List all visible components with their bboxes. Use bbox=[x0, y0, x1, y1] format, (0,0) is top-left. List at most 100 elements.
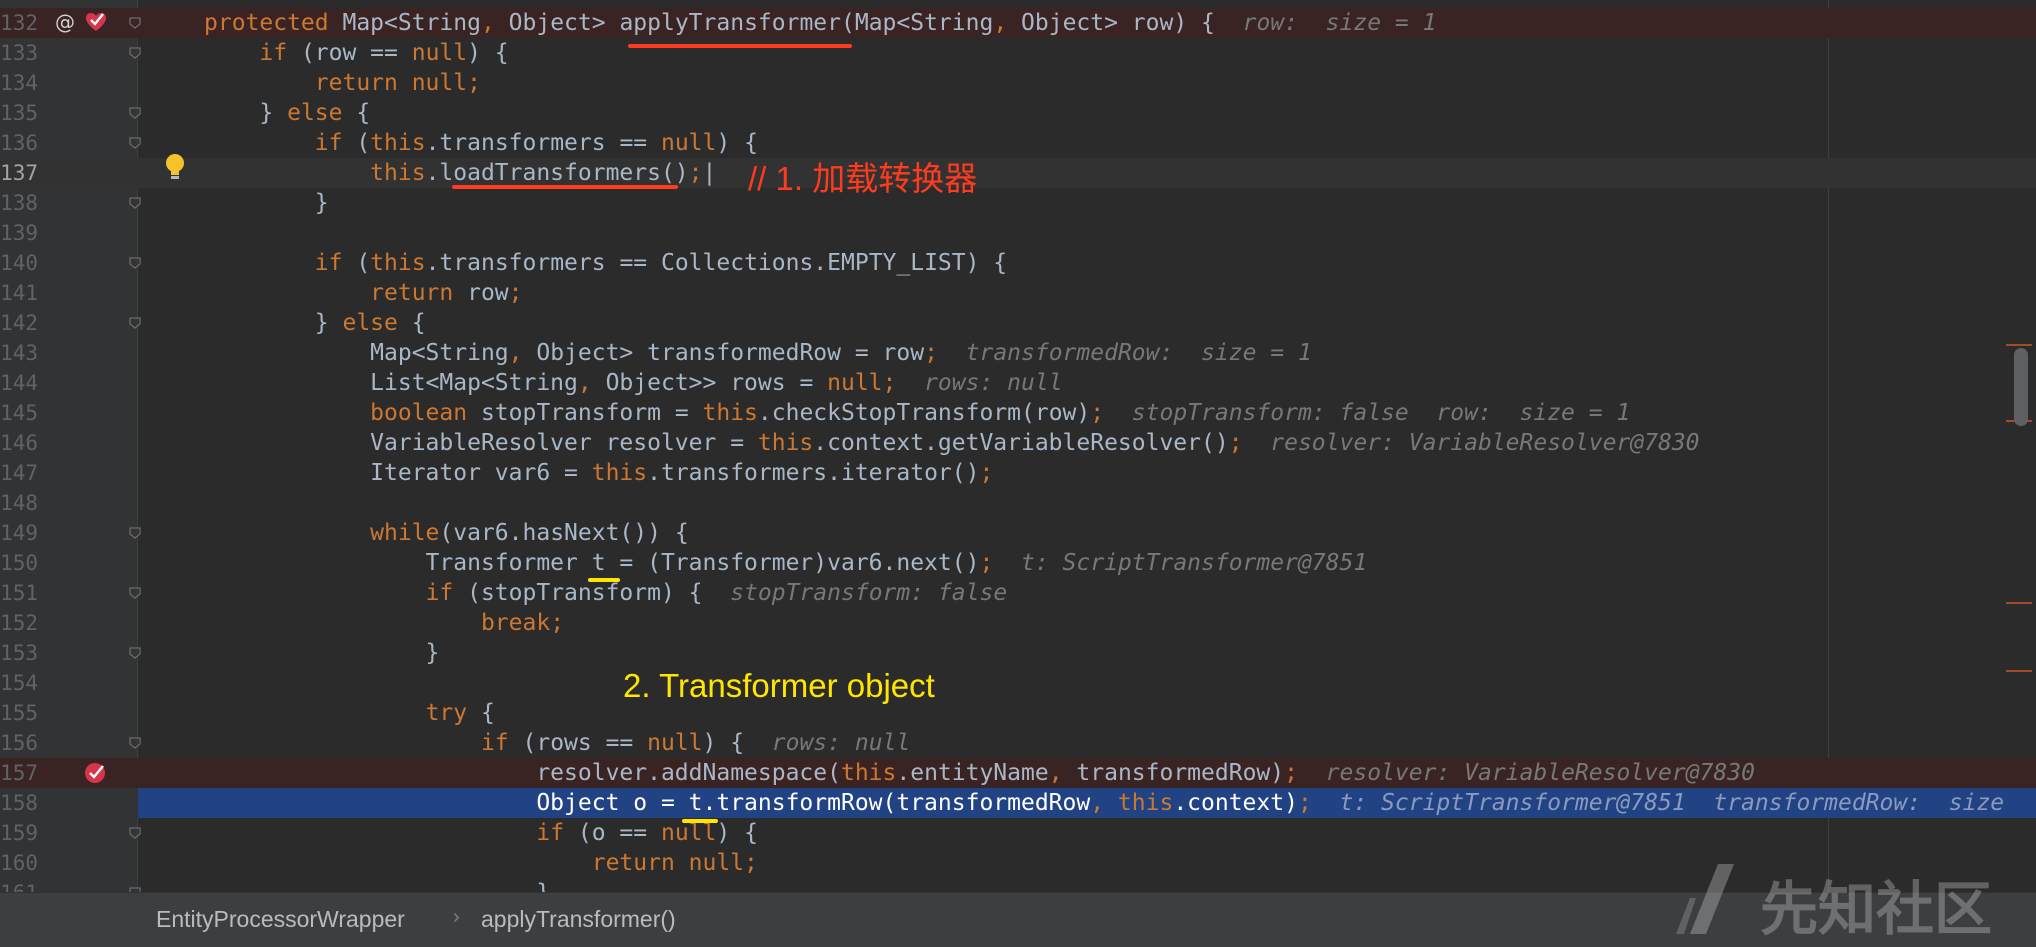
code-line[interactable]: 136 if (this.transformers == null) { bbox=[0, 128, 2036, 158]
line-number[interactable]: 133 bbox=[0, 38, 38, 68]
code-text[interactable]: Iterator var6 = this.transformers.iterat… bbox=[204, 458, 993, 488]
line-number[interactable]: 148 bbox=[0, 488, 38, 518]
code-text[interactable]: boolean stopTransform = this.checkStopTr… bbox=[204, 398, 1630, 428]
code-text[interactable]: if (this.transformers == null) { bbox=[204, 128, 758, 158]
at-icon[interactable]: @ bbox=[54, 10, 76, 34]
line-number[interactable]: 139 bbox=[0, 218, 38, 248]
line-number[interactable]: 152 bbox=[0, 608, 38, 638]
code-line[interactable]: 144 List<Map<String, Object>> rows = nul… bbox=[0, 368, 2036, 398]
code-line[interactable]: 140 if (this.transformers == Collections… bbox=[0, 248, 2036, 278]
code-text[interactable]: } bbox=[204, 638, 440, 668]
code-line[interactable]: 135 } else { bbox=[0, 98, 2036, 128]
scrollbar-thumb[interactable] bbox=[2014, 348, 2028, 426]
code-line[interactable]: 138 } bbox=[0, 188, 2036, 218]
code-line[interactable]: 152 break; bbox=[0, 608, 2036, 638]
line-number[interactable]: 156 bbox=[0, 728, 38, 758]
line-number[interactable]: 154 bbox=[0, 668, 38, 698]
line-number[interactable]: 145 bbox=[0, 398, 38, 428]
fold-icon[interactable] bbox=[128, 46, 142, 60]
code-line[interactable]: 149 while(var6.hasNext()) { bbox=[0, 518, 2036, 548]
fold-icon[interactable] bbox=[128, 136, 142, 150]
code-line[interactable]: 142 } else { bbox=[0, 308, 2036, 338]
code-line[interactable]: 154 bbox=[0, 668, 2036, 698]
code-line[interactable]: 132 protected Map<String, Object> applyTr… bbox=[0, 8, 2036, 38]
code-text[interactable]: this.loadTransformers();| bbox=[204, 158, 716, 188]
line-number[interactable]: 146 bbox=[0, 428, 38, 458]
line-number[interactable]: 155 bbox=[0, 698, 38, 728]
fold-icon[interactable] bbox=[128, 736, 142, 750]
code-line[interactable]: 156 if (rows == null) { rows: null bbox=[0, 728, 2036, 758]
fold-icon[interactable] bbox=[128, 16, 142, 30]
code-line[interactable]: 153 } bbox=[0, 638, 2036, 668]
line-number[interactable]: 149 bbox=[0, 518, 38, 548]
line-number[interactable]: 141 bbox=[0, 278, 38, 308]
code-text[interactable]: Transformer t = (Transformer)var6.next()… bbox=[204, 548, 1368, 578]
line-number[interactable]: 138 bbox=[0, 188, 38, 218]
code-line[interactable]: 158 Object o = t.transformRow(transforme… bbox=[0, 788, 2036, 818]
fold-icon[interactable] bbox=[128, 106, 142, 120]
line-number[interactable]: 151 bbox=[0, 578, 38, 608]
code-text[interactable]: if (rows == null) { rows: null bbox=[204, 728, 910, 758]
code-text[interactable]: if (stopTransform) { stopTransform: fals… bbox=[204, 578, 1008, 608]
breakpoint-check-icon[interactable] bbox=[84, 10, 108, 34]
line-number[interactable]: 143 bbox=[0, 338, 38, 368]
code-line[interactable]: 155 try { bbox=[0, 698, 2036, 728]
line-number[interactable]: 150 bbox=[0, 548, 38, 578]
breadcrumb-class[interactable]: EntityProcessorWrapper bbox=[156, 906, 405, 933]
code-text[interactable]: Object o = t.transformRow(transformedRow… bbox=[204, 788, 2004, 818]
code-line[interactable]: 148 bbox=[0, 488, 2036, 518]
code-editor[interactable]: 132 protected Map<String, Object> applyTr… bbox=[0, 0, 2036, 892]
code-text[interactable]: Map<String, Object> transformedRow = row… bbox=[204, 338, 1312, 368]
code-line[interactable]: 134 return null; bbox=[0, 68, 2036, 98]
line-number[interactable]: 158 bbox=[0, 788, 38, 818]
code-text[interactable]: break; bbox=[204, 608, 564, 638]
code-line[interactable]: 159 if (o == null) { bbox=[0, 818, 2036, 848]
fold-icon[interactable] bbox=[128, 526, 142, 540]
fold-icon[interactable] bbox=[128, 196, 142, 210]
code-line[interactable]: 139 bbox=[0, 218, 2036, 248]
fold-icon[interactable] bbox=[128, 256, 142, 270]
code-line[interactable]: 143 Map<String, Object> transformedRow =… bbox=[0, 338, 2036, 368]
line-number[interactable]: 137 bbox=[0, 158, 38, 188]
line-number[interactable]: 144 bbox=[0, 368, 38, 398]
code-text[interactable]: protected Map<String, Object> applyTrans… bbox=[204, 8, 1436, 38]
line-number[interactable]: 136 bbox=[0, 128, 38, 158]
code-line[interactable]: 146 VariableResolver resolver = this.con… bbox=[0, 428, 2036, 458]
code-text[interactable]: if (this.transformers == Collections.EMP… bbox=[204, 248, 1007, 278]
line-number[interactable]: 159 bbox=[0, 818, 38, 848]
code-line[interactable]: 150 Transformer t = (Transformer)var6.ne… bbox=[0, 548, 2036, 578]
code-text[interactable]: } else { bbox=[204, 308, 426, 338]
line-number[interactable]: 147 bbox=[0, 458, 38, 488]
code-line[interactable]: 133 if (row == null) { bbox=[0, 38, 2036, 68]
code-text[interactable]: try { bbox=[204, 698, 495, 728]
code-text[interactable]: return row; bbox=[204, 278, 522, 308]
code-text[interactable]: if (row == null) { bbox=[204, 38, 508, 68]
code-line[interactable]: 157 resolver.addNamespace(this.entityNam… bbox=[0, 758, 2036, 788]
code-line[interactable]: 145 boolean stopTransform = this.checkSt… bbox=[0, 398, 2036, 428]
code-text[interactable]: } bbox=[204, 878, 550, 892]
lightbulb-icon[interactable] bbox=[164, 152, 186, 182]
code-text[interactable]: return null; bbox=[204, 848, 758, 878]
breadcrumb-method[interactable]: applyTransformer() bbox=[481, 906, 676, 933]
code-text[interactable]: if (o == null) { bbox=[204, 818, 758, 848]
code-text[interactable]: List<Map<String, Object>> rows = null; r… bbox=[204, 368, 1062, 398]
code-text[interactable]: while(var6.hasNext()) { bbox=[204, 518, 689, 548]
fold-icon[interactable] bbox=[128, 316, 142, 330]
code-line[interactable]: 151 if (stopTransform) { stopTransform: … bbox=[0, 578, 2036, 608]
line-number[interactable]: 161 bbox=[0, 878, 38, 892]
line-number[interactable]: 132 bbox=[0, 8, 38, 38]
line-number[interactable]: 140 bbox=[0, 248, 38, 278]
code-text[interactable]: return null; bbox=[204, 68, 481, 98]
code-line[interactable]: 137 this.loadTransformers();| bbox=[0, 158, 2036, 188]
line-number[interactable]: 157 bbox=[0, 758, 38, 788]
code-text[interactable]: resolver.addNamespace(this.entityName, t… bbox=[204, 758, 1755, 788]
code-text[interactable]: } else { bbox=[204, 98, 370, 128]
fold-icon[interactable] bbox=[128, 586, 142, 600]
line-number[interactable]: 142 bbox=[0, 308, 38, 338]
breakpoint-check-icon[interactable] bbox=[84, 760, 108, 784]
line-number[interactable]: 153 bbox=[0, 638, 38, 668]
code-line[interactable]: 147 Iterator var6 = this.transformers.it… bbox=[0, 458, 2036, 488]
line-number[interactable]: 160 bbox=[0, 848, 38, 878]
code-text[interactable]: VariableResolver resolver = this.context… bbox=[204, 428, 1699, 458]
line-number[interactable]: 134 bbox=[0, 68, 38, 98]
